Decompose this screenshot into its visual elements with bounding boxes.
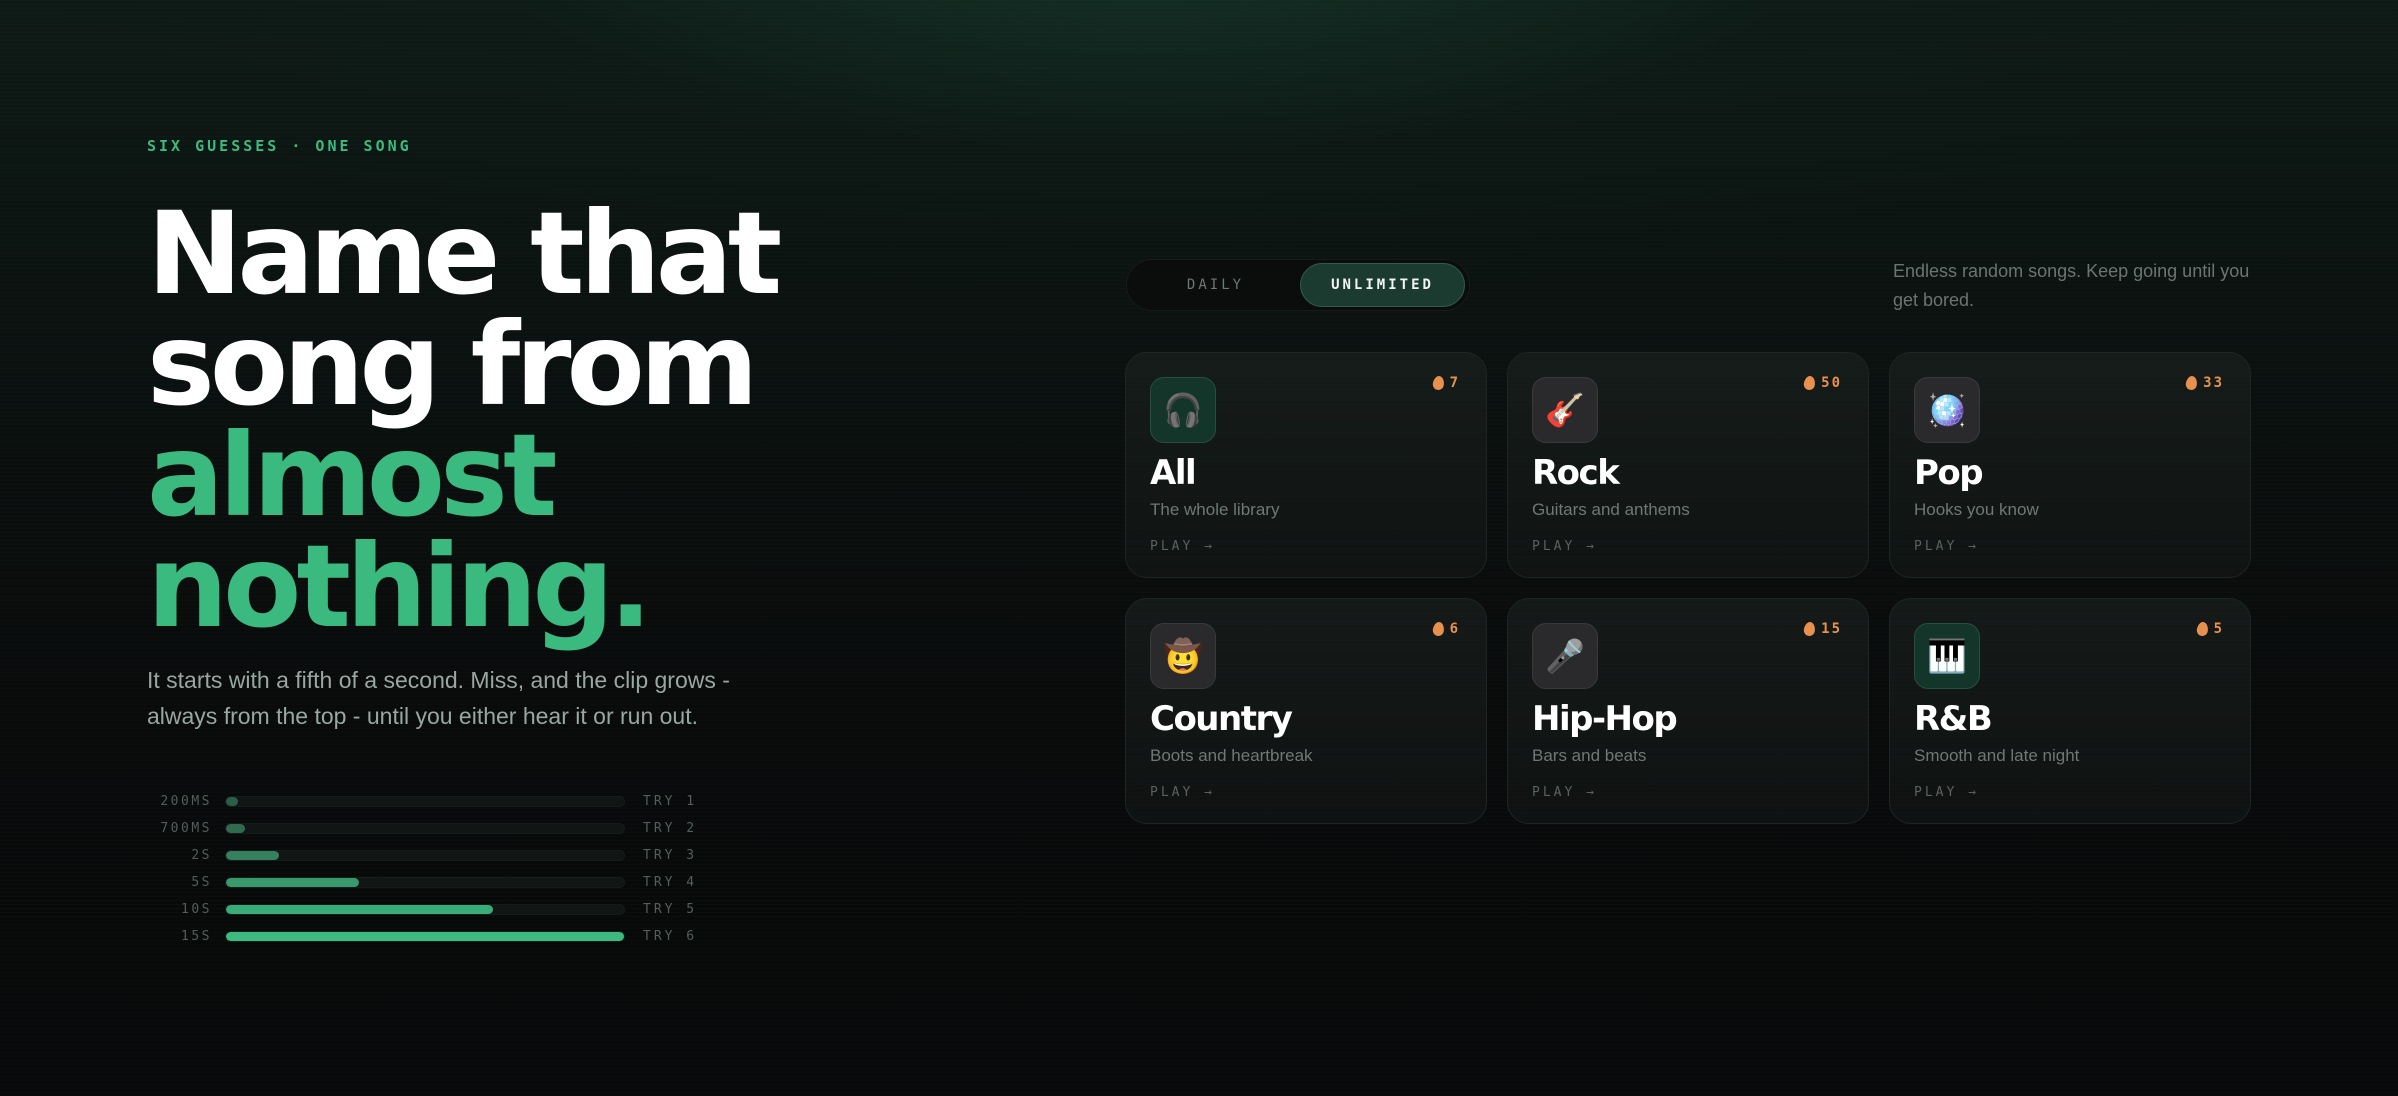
clip-duration-label: 10S	[181, 902, 212, 917]
guitar-icon: 🎸	[1532, 377, 1598, 443]
clip-fill	[226, 851, 279, 860]
clip-row: 5S TRY 4	[147, 869, 727, 896]
microphone-icon: 🎤	[1532, 623, 1598, 689]
clip-track	[225, 823, 625, 834]
clip-duration-label: 15S	[181, 929, 212, 944]
clip-try-label: TRY 6	[643, 929, 698, 944]
genre-subtitle: Hooks you know	[1914, 500, 2039, 519]
clip-length-chart: 200MS TRY 1 700MS TRY 2 2S TRY 3 5S TRY 4 10S TRY…	[147, 788, 727, 950]
genre-title: Country	[1150, 699, 1293, 739]
headline-line-2: song from	[147, 298, 759, 431]
streak-badge: 50	[1803, 375, 1842, 391]
headline-line-1: Name that	[147, 187, 782, 320]
genre-subtitle: Bars and beats	[1532, 746, 1647, 765]
headline-line-4: nothing.	[147, 520, 652, 653]
streak-badge: 6	[1431, 621, 1460, 637]
streak-count: 5	[2213, 621, 2224, 637]
clip-duration-label: 200MS	[160, 794, 212, 809]
genre-card-pop[interactable]: 🪩 33 Pop Hooks you know PLAY →	[1889, 352, 2251, 578]
play-link[interactable]: PLAY →	[1150, 539, 1215, 554]
genre-card-r-b[interactable]: 🎹 5 R&B Smooth and late night PLAY →	[1889, 598, 2251, 824]
streak-badge: 33	[2185, 375, 2224, 391]
clip-duration-label: 700MS	[160, 821, 212, 836]
flame-icon	[2195, 621, 2209, 637]
flame-icon	[1431, 375, 1445, 391]
clip-track	[225, 850, 625, 861]
clip-duration-label: 2S	[191, 848, 212, 863]
clip-fill	[226, 905, 493, 914]
streak-count: 33	[2203, 375, 2224, 391]
clip-row: 15S TRY 6	[147, 923, 727, 950]
clip-try-label: TRY 5	[643, 902, 698, 917]
genre-subtitle: Boots and heartbreak	[1150, 746, 1313, 765]
streak-badge: 7	[1431, 375, 1460, 391]
play-link[interactable]: PLAY →	[1914, 539, 1979, 554]
clip-fill	[226, 824, 245, 833]
hero-description: It starts with a fifth of a second. Miss…	[147, 667, 730, 729]
clip-try-label: TRY 1	[643, 794, 698, 809]
genre-subtitle: Smooth and late night	[1914, 746, 2080, 765]
mode-description: Endless random songs. Keep going until y…	[1893, 261, 2250, 310]
genre-title: Hip-Hop	[1532, 699, 1678, 739]
genre-card-country[interactable]: 🤠 6 Country Boots and heartbreak PLAY →	[1125, 598, 1487, 824]
clip-row: 2S TRY 3	[147, 842, 727, 869]
hero-headline: Name that song from almost nothing.	[147, 187, 782, 653]
streak-badge: 5	[2195, 621, 2224, 637]
streak-count: 6	[1449, 621, 1460, 637]
clip-row: 10S TRY 5	[147, 896, 727, 923]
genre-title: R&B	[1914, 699, 1993, 739]
play-link[interactable]: PLAY →	[1150, 785, 1215, 800]
flame-icon	[1431, 621, 1445, 637]
flame-icon	[2185, 375, 2199, 391]
streak-count: 50	[1821, 375, 1842, 391]
streak-count: 7	[1449, 375, 1460, 391]
clip-track	[225, 796, 625, 807]
clip-try-label: TRY 3	[643, 848, 698, 863]
clip-fill	[226, 878, 359, 887]
mode-toggle: DAILY UNLIMITED	[1126, 259, 1470, 311]
genre-subtitle: The whole library	[1150, 500, 1280, 519]
genre-card-all[interactable]: 🎧 7 All The whole library PLAY →	[1125, 352, 1487, 578]
play-link[interactable]: PLAY →	[1532, 785, 1597, 800]
headphones-icon: 🎧	[1150, 377, 1216, 443]
flame-icon	[1803, 375, 1817, 391]
flame-icon	[1803, 621, 1817, 637]
clip-row: 200MS TRY 1	[147, 788, 727, 815]
headline-line-3: almost	[147, 409, 557, 542]
clip-try-label: TRY 4	[643, 875, 698, 890]
play-link[interactable]: PLAY →	[1914, 785, 1979, 800]
clip-duration-label: 5S	[191, 875, 212, 890]
clip-track	[225, 931, 625, 942]
clip-track	[225, 877, 625, 888]
clip-fill	[226, 932, 624, 941]
genre-title: Pop	[1914, 453, 1984, 493]
hero-eyebrow: SIX GUESSES · ONE SONG	[147, 137, 412, 155]
clip-try-label: TRY 2	[643, 821, 698, 836]
genre-title: Rock	[1532, 453, 1620, 493]
mode-unlimited-button[interactable]: UNLIMITED	[1299, 263, 1465, 307]
disco-ball-icon: 🪩	[1914, 377, 1980, 443]
genre-title: All	[1150, 453, 1197, 493]
genre-card-hip-hop[interactable]: 🎤 15 Hip-Hop Bars and beats PLAY →	[1507, 598, 1869, 824]
streak-count: 15	[1821, 621, 1842, 637]
play-link[interactable]: PLAY →	[1532, 539, 1597, 554]
hero: SIX GUESSES · ONE SONG Name that song fr…	[147, 136, 782, 734]
clip-row: 700MS TRY 2	[147, 815, 727, 842]
streak-badge: 15	[1803, 621, 1842, 637]
mode-daily-button[interactable]: DAILY	[1131, 263, 1300, 307]
clip-fill	[226, 797, 238, 806]
piano-icon: 🎹	[1914, 623, 1980, 689]
cowboy-face-icon: 🤠	[1150, 623, 1216, 689]
clip-track	[225, 904, 625, 915]
genre-subtitle: Guitars and anthems	[1532, 500, 1690, 519]
genre-grid: 🎧 7 All The whole library PLAY → 🎸 50 Rock Guita…	[1125, 352, 2251, 824]
genre-card-rock[interactable]: 🎸 50 Rock Guitars and anthems PLAY →	[1507, 352, 1869, 578]
